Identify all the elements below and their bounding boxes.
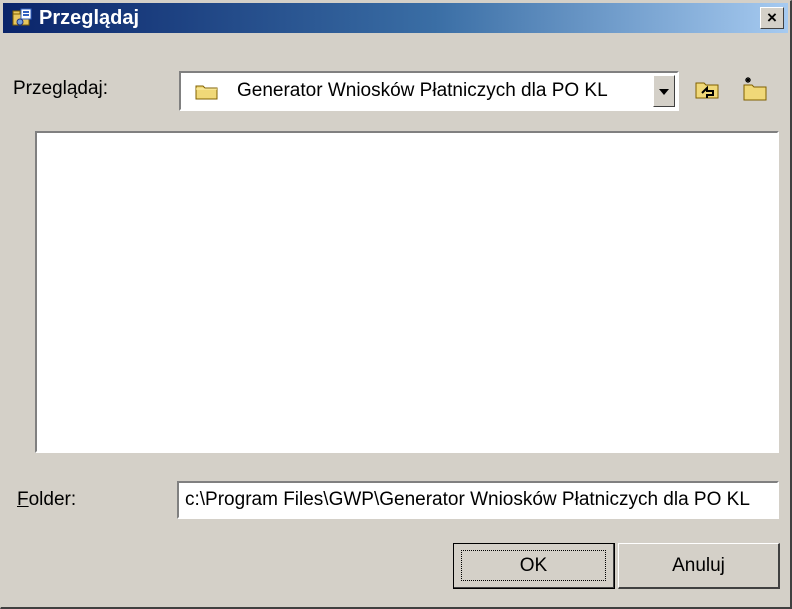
folder-icon [195,85,218,100]
close-icon: × [767,8,777,27]
folder-search-icon [12,8,32,26]
cancel-button[interactable]: Anuluj [618,543,780,589]
up-one-level-button[interactable] [689,71,727,109]
cancel-button-label: Anuluj [672,554,725,576]
browse-dialog: Przeglądaj × Przeglądaj: Generator Wnios… [0,0,792,609]
up-one-level-icon [695,82,719,99]
folder-tree-view[interactable] [35,131,779,453]
folder-label: Folder: [17,489,77,510]
new-folder-button[interactable] [737,71,775,109]
close-button[interactable]: × [760,7,784,29]
ok-button-label: OK [519,554,548,576]
look-in-label: Przeglądaj: [13,78,109,99]
title-bar[interactable]: Przeglądaj × [3,3,788,33]
new-folder-icon [743,77,767,101]
folder-path-input[interactable] [177,481,779,519]
ok-button[interactable]: OK [453,543,615,589]
look-in-dropdown[interactable]: Generator Wniosków Płatniczych dla PO KL [179,71,679,111]
look-in-value: Generator Wniosków Płatniczych dla PO KL [237,80,608,101]
dropdown-arrow-button[interactable] [653,75,675,107]
window-title: Przeglądaj [39,7,140,29]
chevron-down-icon [659,89,669,95]
